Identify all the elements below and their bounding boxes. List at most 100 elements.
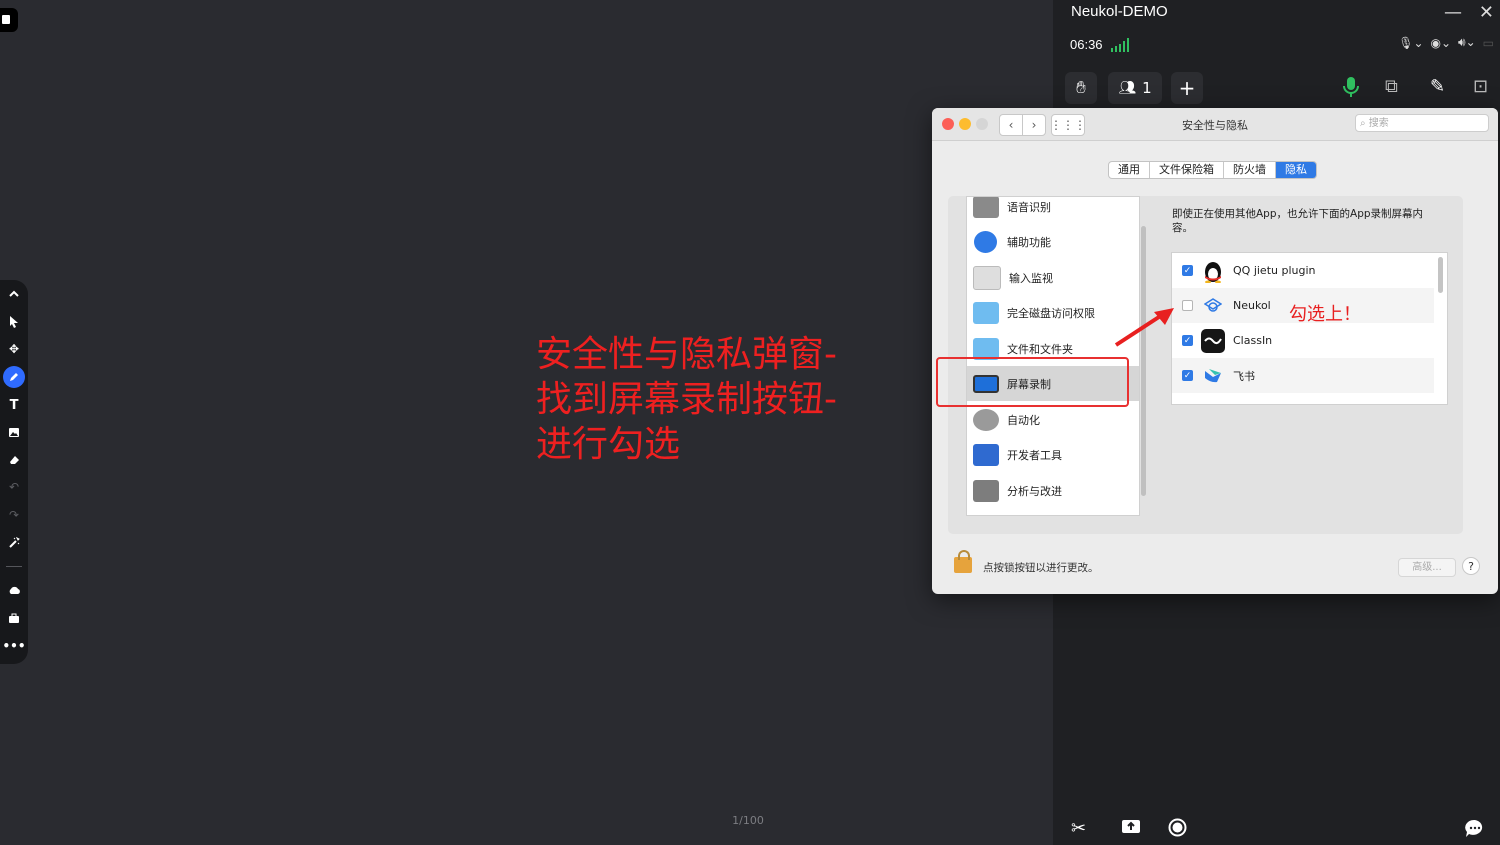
folder-icon <box>973 301 999 324</box>
search-placeholder: 搜索 <box>1368 118 1389 129</box>
screen-share-icon[interactable]: ⧉ <box>1385 76 1398 97</box>
add-icon[interactable]: + <box>1171 72 1203 104</box>
app-checkbox-unchecked[interactable] <box>1182 300 1193 311</box>
developer-tools-icon <box>973 443 999 466</box>
category-label: 开发者工具 <box>1007 448 1062 462</box>
pointer-icon[interactable] <box>3 311 25 333</box>
tab-general[interactable]: 通用 <box>1109 162 1150 178</box>
minimize-button[interactable]: — <box>1444 2 1462 23</box>
move-icon[interactable]: ✥ <box>3 338 25 360</box>
tab-filevault[interactable]: 文件保险箱 <box>1150 162 1224 178</box>
red-arrow-annotation <box>1114 308 1174 347</box>
advanced-button[interactable]: 高级... <box>1398 558 1456 577</box>
instruction-annotation: 安全性与隐私弹窗- 找到屏幕录制按钮- 进行勾选 <box>536 332 837 467</box>
more-icon[interactable]: ••• <box>3 635 26 657</box>
app-name: ClassIn <box>1233 334 1273 347</box>
app-name: 飞书 <box>1233 369 1255 383</box>
pen-icon[interactable] <box>3 366 25 388</box>
cube-icon <box>2 15 10 24</box>
tab-firewall[interactable]: 防火墙 <box>1224 162 1276 178</box>
app-row-classin[interactable]: ✓ ClassIn <box>1172 323 1434 358</box>
category-automation[interactable]: 自动化 <box>967 402 1139 437</box>
app-row-qq[interactable]: ✓ QQ jietu plugin <box>1172 253 1434 288</box>
category-label: 输入监视 <box>1009 271 1053 285</box>
chat-icon[interactable] <box>1464 818 1486 843</box>
category-analytics[interactable]: 分析与改进 <box>967 473 1139 508</box>
tab-bar: 通用 文件保险箱 防火墙 隐私 <box>1108 161 1317 179</box>
raise-hand-icon[interactable]: ✋︎ <box>1065 72 1097 104</box>
screen-recording-highlight-box <box>936 357 1129 407</box>
undo-icon[interactable]: ↶ <box>3 476 25 498</box>
toolbox-icon[interactable] <box>3 607 25 629</box>
app-checkbox-checked[interactable]: ✓ <box>1182 335 1193 346</box>
corner-menu-button[interactable] <box>0 8 18 32</box>
instruction-line: 找到屏幕录制按钮- <box>536 379 837 420</box>
lock-hint-text: 点按锁按钮以进行更改。 <box>983 562 1099 574</box>
security-privacy-dialog: ‹ › ⋮⋮⋮ 安全性与隐私 ⌕ 搜索 通用 文件保险箱 防火墙 隐私 语音识别… <box>932 108 1498 594</box>
camera-icon[interactable]: ◉⌄ <box>1431 36 1452 50</box>
category-developer-tools[interactable]: 开发者工具 <box>967 437 1139 472</box>
mic-active-icon[interactable] <box>1341 76 1361 103</box>
app-checkbox-checked[interactable]: ✓ <box>1182 265 1193 276</box>
participants-button[interactable]: 👥︎ 1 <box>1108 72 1162 104</box>
app-checkbox-checked[interactable]: ✓ <box>1182 370 1193 381</box>
record-icon[interactable] <box>1168 818 1187 842</box>
app-row-feishu[interactable]: ✓ 飞书 <box>1172 358 1434 393</box>
annotate-icon[interactable]: ✎ <box>1430 76 1445 97</box>
page-counter: 1/100 <box>732 814 764 827</box>
close-button[interactable]: ✕ <box>1479 2 1494 23</box>
app-list-scrollbar[interactable] <box>1438 257 1443 293</box>
screenshot-icon[interactable]: ⊡ <box>1473 76 1488 97</box>
dialog-titlebar: ‹ › ⋮⋮⋮ 安全性与隐私 ⌕ 搜索 <box>932 108 1498 141</box>
qq-penguin-icon <box>1201 259 1225 283</box>
waveform-icon <box>973 197 999 218</box>
top-button-row: ✋︎ 👥︎ 1 + ⧉ ✎ ⊡ <box>1063 72 1493 106</box>
allowed-app-list[interactable]: ✓ QQ jietu plugin Neukol ✓ ClassIn ✓ 飞书 <box>1171 252 1448 405</box>
chart-icon <box>973 479 999 502</box>
image-icon[interactable] <box>3 421 25 443</box>
collapse-up-icon[interactable] <box>3 283 25 305</box>
cloud-icon[interactable] <box>3 579 25 601</box>
search-input[interactable]: ⌕ 搜索 <box>1355 114 1489 132</box>
privacy-category-list[interactable]: 语音识别 辅助功能 输入监视 完全磁盘访问权限 文件和文件夹 屏幕录制 自动化 … <box>966 196 1140 516</box>
upload-icon[interactable] <box>1121 818 1141 841</box>
lock-icon[interactable] <box>954 550 972 573</box>
feishu-icon <box>1201 364 1225 388</box>
magic-wand-icon[interactable] <box>3 532 25 554</box>
instruction-line: 进行勾选 <box>536 424 681 465</box>
check-note-annotation: 勾选上！ <box>1289 304 1361 325</box>
fullscreen-icon[interactable]: ▭ <box>1483 36 1494 50</box>
media-controls: 🎙︎⌄ ◉⌄ 🔊︎⌄ ▭ <box>1398 35 1494 50</box>
category-speech-recognition[interactable]: 语音识别 <box>967 197 1139 224</box>
app-name: QQ jietu plugin <box>1233 264 1316 277</box>
keyboard-icon <box>973 265 1001 290</box>
app-title: Neukol-DEMO <box>1071 3 1168 20</box>
text-icon[interactable]: T <box>3 394 25 416</box>
category-accessibility[interactable]: 辅助功能 <box>967 224 1139 259</box>
category-label: 文件和文件夹 <box>1007 342 1073 356</box>
redo-icon[interactable]: ↷ <box>3 504 25 526</box>
scissors-icon[interactable]: ✂︎ <box>1071 818 1086 839</box>
eraser-icon[interactable] <box>3 449 25 471</box>
participants-icon: 👥︎ <box>1118 80 1137 96</box>
clock-readout: 06:36 <box>1070 37 1103 52</box>
category-label: 自动化 <box>1007 413 1040 427</box>
accessibility-icon <box>974 230 997 253</box>
help-button[interactable]: ? <box>1462 557 1480 575</box>
instruction-line: 安全性与隐私弹窗- <box>536 334 837 375</box>
category-input-monitoring[interactable]: 输入监视 <box>967 260 1139 295</box>
signal-icon <box>1111 38 1129 52</box>
category-label: 语音识别 <box>1007 200 1051 214</box>
app-name: Neukol <box>1233 299 1271 312</box>
mic-icon[interactable]: 🎙︎⌄ <box>1398 36 1423 50</box>
category-label: 分析与改进 <box>1007 484 1062 498</box>
gear-icon <box>973 408 999 431</box>
speaker-icon[interactable]: 🔊︎⌄ <box>1458 35 1476 50</box>
category-label: 辅助功能 <box>1007 235 1051 249</box>
left-toolbar: ✥ T ↶ ↷ ••• <box>0 280 28 664</box>
classin-icon <box>1201 328 1225 353</box>
participants-count: 1 <box>1142 79 1152 97</box>
tab-privacy[interactable]: 隐私 <box>1276 162 1316 178</box>
category-list-scrollbar[interactable] <box>1141 226 1146 496</box>
neukol-icon <box>1201 294 1225 318</box>
